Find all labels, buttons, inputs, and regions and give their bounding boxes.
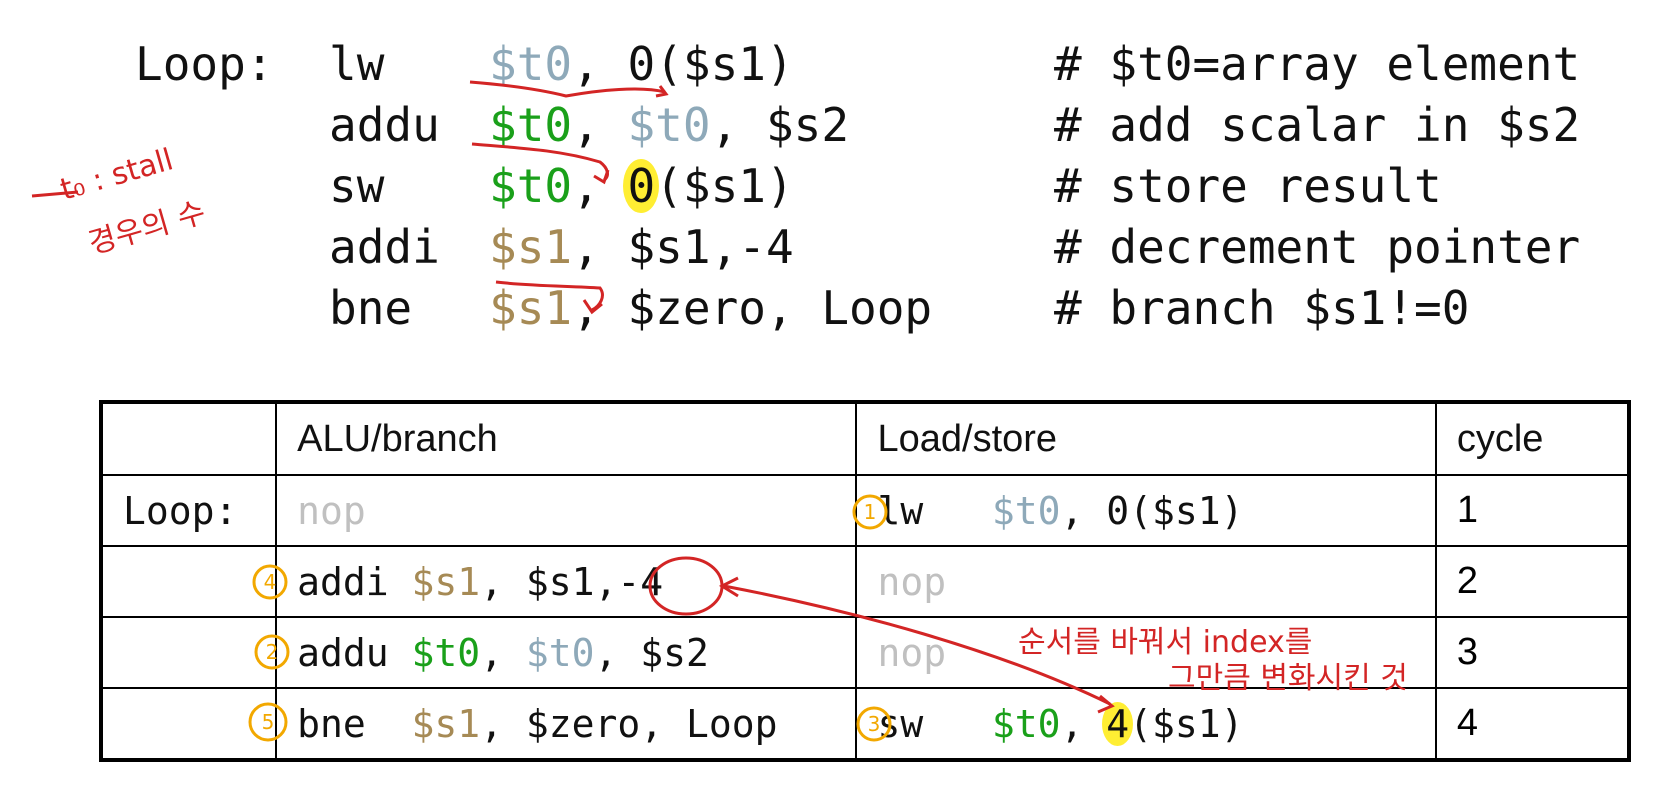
instruction-token: , xyxy=(480,630,526,675)
header-label-cell xyxy=(99,401,278,476)
code-comment: # decrement pointer xyxy=(1054,220,1581,274)
operand-token: $t0 xyxy=(489,159,573,213)
code-comment: # add scalar in $s2 xyxy=(1054,98,1581,152)
load-store-instruction: lw $t0, 0($s1) xyxy=(855,474,1437,547)
table-row: addi $s1, $s1,-4 nop 2 xyxy=(99,545,1631,618)
table-row: bne $s1, $zero, Loop sw $t0, 4($s1) 4 xyxy=(99,687,1631,761)
code-opcode: lw xyxy=(329,37,385,91)
alu-instruction: nop xyxy=(275,474,858,547)
operand-token: 0 xyxy=(627,37,656,91)
instruction-token: ($s1) xyxy=(1129,701,1244,746)
cycle-number: 2 xyxy=(1434,545,1631,618)
operand-token: , $zero, Loop xyxy=(572,281,933,335)
operand-token: $t0 xyxy=(489,37,573,91)
operand-token: $s1 xyxy=(489,281,573,335)
load-store-instruction: nop xyxy=(855,545,1437,618)
code-line: addi $s1, $s1,-4 # decrement pointer xyxy=(135,217,1580,278)
cycle-number: 3 xyxy=(1434,616,1631,689)
alu-instruction: addi $s1, $s1,-4 xyxy=(275,545,858,618)
load-store-instruction: nop xyxy=(855,616,1437,689)
instruction-token: , 0($s1) xyxy=(1060,488,1244,533)
code-operands: $t0, 0($s1) xyxy=(489,156,1054,217)
instruction-token: nop xyxy=(877,559,947,604)
cycle-number: 4 xyxy=(1434,687,1631,761)
instruction-token: $t0 xyxy=(991,701,1061,746)
instruction-token: nop xyxy=(297,488,366,533)
row-label xyxy=(99,687,278,761)
code-line: bne $s1, $zero, Loop # branch $s1!=0 xyxy=(135,278,1580,339)
instruction-token: $t0 xyxy=(991,488,1061,533)
code-line: Loop: lw $t0, 0($s1) # $t0=array element xyxy=(135,34,1580,95)
operand-token: , xyxy=(572,37,628,91)
alu-instruction: addu $t0, $t0, $s2 xyxy=(275,616,858,689)
code-operands: $s1, $s1,-4 xyxy=(489,217,1054,278)
instruction-token: addi xyxy=(297,559,412,604)
code-operands: $t0, 0($s1) xyxy=(489,34,1054,95)
operand-token: $t0 xyxy=(627,98,711,152)
instruction-token: , xyxy=(1060,701,1107,746)
operand-token: , $s2 xyxy=(710,98,850,152)
code-opcode: addi xyxy=(329,220,440,274)
alu-instruction: bne $s1, $zero, Loop xyxy=(275,687,858,761)
instruction-token: addu xyxy=(297,630,412,675)
instruction-token: sw xyxy=(877,701,992,746)
annotation-dash xyxy=(31,190,79,198)
instruction-token: , $s1,-4 xyxy=(480,559,664,604)
instruction-token: $t0 xyxy=(411,630,481,675)
table-row: Loop: nop lw $t0, 0($s1) 1 xyxy=(99,474,1631,547)
code-comment: # store result xyxy=(1054,159,1442,213)
row-label xyxy=(99,616,278,689)
header-cycle: cycle xyxy=(1434,401,1631,476)
instruction-token: $s1 xyxy=(411,701,481,746)
row-label: Loop: xyxy=(99,474,278,547)
schedule-table: ALU/branch Load/store cycle Loop: nop lw… xyxy=(99,400,1631,762)
code-comment: # $t0=array element xyxy=(1054,37,1581,91)
table-header-row: ALU/branch Load/store cycle xyxy=(99,401,1631,476)
code-opcode: addu xyxy=(329,98,440,152)
code-operands: $t0, $t0, $s2 xyxy=(489,95,1054,156)
instruction-token: lw xyxy=(877,488,992,533)
code-operands: $s1, $zero, Loop xyxy=(489,278,1054,339)
code-label: Loop: xyxy=(135,37,274,91)
instruction-token: $t0 xyxy=(525,630,595,675)
assembly-code-listing: Loop: lw $t0, 0($s1) # $t0=array element add… xyxy=(135,34,1580,339)
row-label xyxy=(99,545,278,618)
header-alu-branch: ALU/branch xyxy=(275,401,858,476)
table-row: addu $t0, $t0, $s2 nop 3 xyxy=(99,616,1631,689)
code-line: sw $t0, 0($s1) # store result xyxy=(135,156,1580,217)
operand-token: 0 xyxy=(623,159,660,213)
operand-token: ($s1) xyxy=(655,159,794,213)
instruction-token: bne xyxy=(297,701,412,746)
code-comment: # branch $s1!=0 xyxy=(1054,281,1470,335)
code-line: addu $t0, $t0, $s2 # add scalar in $s2 xyxy=(135,95,1580,156)
header-load-store: Load/store xyxy=(855,401,1437,476)
operand-token: $t0 xyxy=(489,98,573,152)
instruction-token: $s1 xyxy=(411,559,481,604)
operand-token: , xyxy=(572,98,628,152)
operand-token: $s1 xyxy=(489,220,573,274)
code-opcode: sw xyxy=(329,159,385,213)
operand-token: , xyxy=(572,159,628,213)
instruction-token: , $s2 xyxy=(594,630,709,675)
instruction-token: nop xyxy=(877,630,947,675)
operand-token: , $s1,-4 xyxy=(572,220,794,274)
instruction-token: , $zero, Loop xyxy=(480,701,778,746)
operand-token: ($s1) xyxy=(655,37,794,91)
load-store-instruction: sw $t0, 4($s1) xyxy=(855,687,1437,761)
cycle-number: 1 xyxy=(1434,474,1631,547)
code-opcode: bne xyxy=(329,281,413,335)
